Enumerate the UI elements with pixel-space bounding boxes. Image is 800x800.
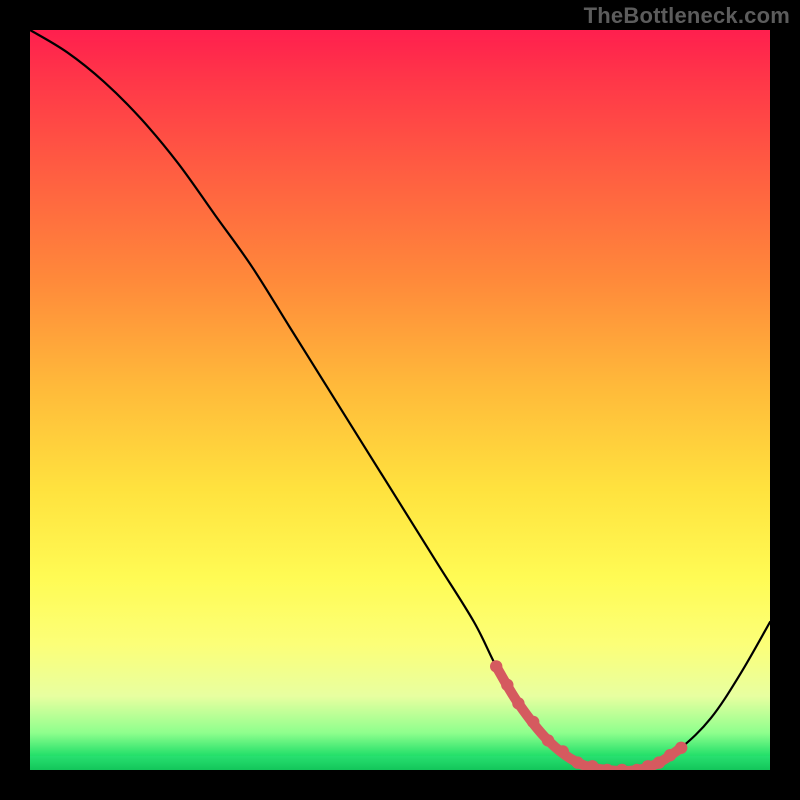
highlight-dot (542, 734, 554, 746)
highlight-segment (496, 666, 681, 770)
chart-container: TheBottleneck.com (0, 0, 800, 800)
highlight-dot (616, 764, 628, 770)
highlight-dot (512, 697, 524, 709)
highlight-dot (557, 745, 569, 757)
highlight-dot (675, 742, 687, 754)
plot-area (30, 30, 770, 770)
highlight-dot (501, 679, 513, 691)
highlight-dots (490, 660, 687, 770)
highlight-dot (490, 660, 502, 672)
highlight-dot (664, 749, 676, 761)
bottleneck-curve (30, 30, 770, 770)
attribution-text: TheBottleneck.com (584, 3, 790, 29)
highlight-dot (527, 716, 539, 728)
chart-overlay (30, 30, 770, 770)
highlight-dot (571, 756, 583, 768)
highlight-dot (653, 756, 665, 768)
